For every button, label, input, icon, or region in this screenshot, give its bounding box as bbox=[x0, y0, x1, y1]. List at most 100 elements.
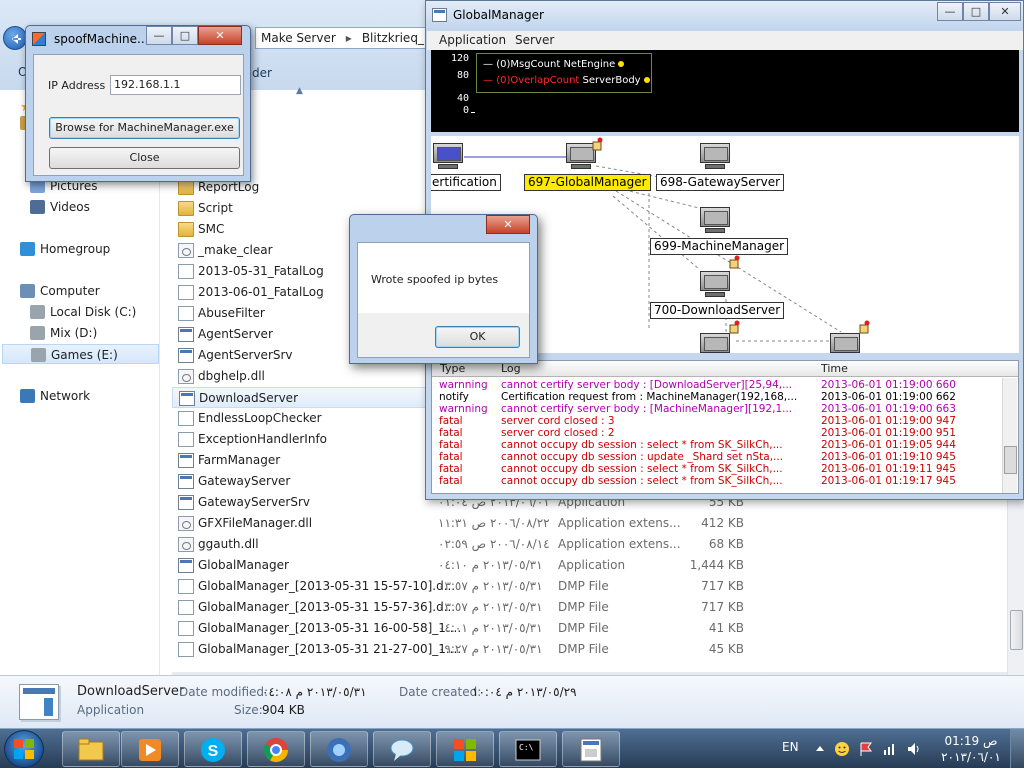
taskbar-app-button[interactable]: S bbox=[184, 731, 242, 767]
windows-logo-icon bbox=[14, 739, 34, 759]
log-row[interactable]: fatal server cord closed : 2 2013-06-01 01… bbox=[432, 427, 1002, 439]
node-label-global-manager[interactable]: 697-GlobalManager bbox=[524, 174, 651, 191]
details-file-name: DownloadServer bbox=[77, 684, 185, 699]
messenger-smiley-icon[interactable] bbox=[834, 741, 850, 757]
taskbar-app-button[interactable] bbox=[247, 731, 305, 767]
file-date: ٢٠٠٦/٠٨/٢٢ ص ١١:٣١ bbox=[438, 516, 550, 530]
maximize-button[interactable]: □ bbox=[963, 2, 989, 21]
file-row[interactable]: GlobalManager ٢٠١٣/٠٥/٣١ م ٠٤:١٠ Applicati… bbox=[172, 555, 992, 576]
download-server-icon[interactable] bbox=[699, 270, 731, 298]
app-icon bbox=[179, 391, 195, 406]
close-button[interactable]: Close bbox=[49, 147, 240, 169]
certification-server-icon[interactable] bbox=[432, 142, 464, 170]
log-row[interactable]: warnning cannot certify server body : [Do… bbox=[432, 379, 1002, 391]
clock-time[interactable]: 01:19 ص bbox=[942, 734, 1000, 748]
file-name: _make_clear bbox=[198, 243, 273, 257]
videos-icon bbox=[30, 200, 45, 214]
log-message: cannot occupy db session : update _Shard… bbox=[501, 451, 784, 463]
file-list-scrollbar[interactable] bbox=[1007, 480, 1024, 675]
node-label-certification[interactable]: ertification bbox=[431, 174, 501, 191]
homegroup-icon bbox=[20, 242, 35, 256]
volume-icon[interactable] bbox=[906, 741, 922, 757]
file-name: SMC bbox=[198, 222, 225, 236]
taskbar-app-button[interactable] bbox=[373, 731, 431, 767]
chat-icon bbox=[390, 739, 414, 761]
node-label-gateway-server[interactable]: 698-GatewayServer bbox=[656, 174, 785, 191]
log-row[interactable]: fatal cannot occupy db session : select *… bbox=[432, 439, 1002, 451]
taskbar-app-button[interactable] bbox=[310, 731, 368, 767]
log-type: fatal bbox=[439, 451, 463, 463]
file-row[interactable]: GlobalManager_[2013-05-31 15-57-10].d...… bbox=[172, 576, 992, 597]
ok-button[interactable]: OK bbox=[435, 326, 520, 348]
server-icon[interactable] bbox=[699, 332, 731, 353]
file-size: 717 KB bbox=[701, 600, 744, 614]
node-label-download-server[interactable]: 700-DownloadServer bbox=[650, 302, 785, 319]
minimize-button[interactable]: — bbox=[146, 26, 172, 45]
taskbar-app-button[interactable] bbox=[562, 731, 620, 767]
maximize-button[interactable]: □ bbox=[172, 26, 198, 45]
file-row[interactable]: GFXFileManager.dll ٢٠٠٦/٠٨/٢٢ ص ١١:٣١ Appl… bbox=[172, 513, 992, 534]
menu-server[interactable]: Server bbox=[515, 33, 554, 47]
menu-application[interactable]: Application bbox=[439, 33, 506, 47]
taskbar-app-button[interactable]: C:\ bbox=[499, 731, 557, 767]
taskbar-app-button[interactable] bbox=[62, 731, 120, 767]
nav-item[interactable]: Games (E:) bbox=[2, 344, 159, 364]
clock-date[interactable]: ٢٠١٣/٠٦/٠١ bbox=[936, 750, 1006, 764]
scrollbar-thumb[interactable] bbox=[1010, 610, 1023, 650]
log-scrollbar[interactable] bbox=[1002, 378, 1017, 493]
address-bar[interactable]: Make Server▸Blitzkrieq_Bin bbox=[255, 27, 430, 49]
name-column-header[interactable]: der bbox=[252, 66, 272, 80]
log-message: cannot certify server body : [MachineMan… bbox=[501, 403, 793, 415]
close-button[interactable]: ✕ bbox=[989, 2, 1021, 21]
tray-up-arrow-icon[interactable] bbox=[812, 741, 828, 757]
minimize-button[interactable]: — bbox=[937, 2, 963, 21]
global-manager-titlebar[interactable]: GlobalManager — □ ✕ bbox=[426, 1, 1023, 30]
log-row[interactable]: warnning cannot certify server body : [Ma… bbox=[432, 403, 1002, 415]
log-time: 2013-06-01 01:19:11 945 bbox=[821, 463, 956, 475]
show-desktop-button[interactable] bbox=[1010, 729, 1024, 768]
file-row[interactable]: GlobalManager_[2013-05-31 16-00-58]_1...… bbox=[172, 618, 992, 639]
doc-icon bbox=[178, 285, 194, 300]
file-name: GFXFileManager.dll bbox=[198, 516, 313, 530]
close-window-button[interactable]: ✕ bbox=[198, 26, 242, 45]
language-indicator[interactable]: EN bbox=[782, 740, 799, 754]
doc-icon bbox=[178, 411, 194, 426]
close-dialog-button[interactable]: ✕ bbox=[486, 215, 530, 234]
doc-icon bbox=[178, 432, 194, 447]
log-row[interactable]: fatal cannot occupy db session : select *… bbox=[432, 463, 1002, 475]
log-type: notify bbox=[439, 391, 469, 403]
network-icon[interactable] bbox=[882, 741, 898, 757]
taskbar-app-button[interactable] bbox=[121, 731, 179, 767]
file-name: GatewayServerSrv bbox=[198, 495, 311, 509]
breadcrumb-make-server[interactable]: Make Server bbox=[256, 28, 341, 48]
log-row[interactable]: fatal cannot occupy db session : update _… bbox=[432, 451, 1002, 463]
server-icon[interactable] bbox=[829, 332, 861, 353]
log-col-time[interactable]: Time bbox=[821, 362, 848, 375]
start-button[interactable] bbox=[4, 730, 44, 768]
browse-button[interactable]: Browse for MachineManager.exe bbox=[49, 117, 240, 139]
global-manager-title: GlobalManager bbox=[453, 8, 544, 22]
ip-address-input[interactable]: 192.168.1.1 bbox=[110, 75, 241, 95]
date-modified-label: Date modified: bbox=[179, 685, 269, 699]
taskbar-app-button[interactable] bbox=[436, 731, 494, 767]
log-row[interactable]: fatal cannot occupy db session : select *… bbox=[432, 475, 1002, 487]
back-button[interactable] bbox=[3, 26, 27, 50]
nav-item-label: Computer bbox=[40, 284, 100, 298]
breadcrumb-blitzkrieq-bin[interactable]: Blitzkrieq_Bin bbox=[357, 28, 429, 48]
scrollbar-thumb[interactable] bbox=[1004, 446, 1017, 474]
drive-icon bbox=[31, 348, 46, 362]
file-row[interactable]: GlobalManager_[2013-05-31 21-27-00]_1...… bbox=[172, 639, 992, 660]
log-message: cannot occupy db session : select * from… bbox=[501, 463, 783, 475]
log-row[interactable]: notify Certification request from : Machi… bbox=[432, 391, 1002, 403]
node-label-machine-manager[interactable]: 699-MachineManager bbox=[650, 238, 789, 255]
file-row[interactable]: ggauth.dll ٢٠٠٦/٠٨/١٤ ص ٠٢:٥٩ Application … bbox=[172, 534, 992, 555]
counter-chart: 120 80 40 0 — (0)MsgCount NetEngine — (0… bbox=[431, 50, 1019, 132]
file-row[interactable]: GlobalManager_[2013-05-31 15-57-36].d...… bbox=[172, 597, 992, 618]
message-footer: OK bbox=[358, 313, 529, 357]
gateway-server-icon[interactable] bbox=[699, 142, 731, 170]
log-time: 2013-06-01 01:19:00 662 bbox=[821, 391, 956, 403]
log-row[interactable]: fatal server cord closed : 3 2013-06-01 01… bbox=[432, 415, 1002, 427]
app-icon bbox=[178, 474, 194, 489]
machine-manager-server-icon[interactable] bbox=[699, 206, 731, 234]
security-flag-icon[interactable] bbox=[858, 741, 874, 757]
